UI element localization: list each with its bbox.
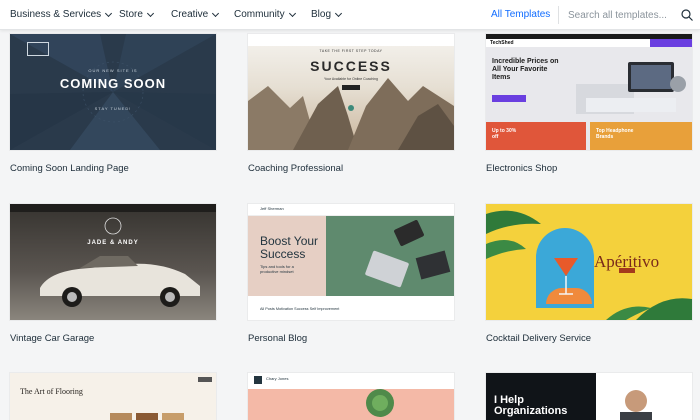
hero-small-text: OUR NEW SITE IS — [88, 68, 138, 73]
hero-title: Incredible Prices on All Your Favorite I… — [492, 58, 559, 81]
chevron-down-icon — [334, 9, 343, 17]
top-navigation-bar: Business & Services Store Creative Commu… — [0, 0, 700, 30]
brand-name: Chary Jones — [266, 376, 289, 381]
hero-subtitle: STAY TUNED! — [94, 106, 132, 111]
plant-illustration — [366, 389, 394, 417]
template-name[interactable]: Coming Soon Landing Page — [10, 163, 129, 174]
nav-divider — [558, 6, 559, 24]
hero-title: I Help Organizations — [494, 394, 568, 417]
portrait-illustration — [620, 390, 652, 420]
site-logo — [27, 42, 49, 56]
template-thumbnail-flooring[interactable]: The Art of Flooring — [10, 373, 216, 420]
hero-title: JADE & ANDY — [87, 240, 139, 246]
template-thumbnail-vintage-car[interactable]: JADE & ANDY — [10, 204, 216, 320]
chevron-down-icon — [212, 9, 220, 17]
brand-name: TechShed — [490, 40, 514, 46]
wood-sample — [136, 413, 158, 420]
chevron-down-icon — [105, 9, 113, 17]
all-templates-link[interactable]: All Templates — [491, 9, 550, 20]
wood-sample — [162, 413, 184, 420]
template-thumbnail-designer[interactable]: Chary Jones — [248, 373, 454, 420]
template-name[interactable]: Coaching Professional — [248, 163, 343, 174]
chevron-down-icon — [146, 9, 154, 17]
template-thumbnail-personal-blog[interactable]: Jeff Sherman Boost Your Success Tips and… — [248, 204, 454, 320]
promo-tile-headphones: Top Headphone Brands — [590, 122, 692, 150]
hero-title: Boost Your Success — [260, 234, 319, 261]
nav-menu-label: Business & Services — [10, 9, 102, 20]
promo-text: Top Headphone Brands — [596, 128, 634, 140]
template-name[interactable]: Vintage Car Garage — [10, 333, 94, 344]
nav-menu-business-services[interactable]: Business & Services — [10, 9, 113, 20]
nav-menu-label: Store — [119, 9, 143, 20]
template-name[interactable]: Personal Blog — [248, 333, 307, 344]
site-header — [248, 34, 454, 46]
search-icon[interactable] — [680, 8, 694, 22]
nav-menu-community[interactable]: Community — [234, 9, 296, 20]
hero-title: The Art of Flooring — [20, 387, 83, 396]
template-thumbnail-electronics[interactable]: TechShed Incredible Prices on All Your F… — [486, 34, 692, 150]
hero-button — [342, 85, 360, 90]
template-thumbnail-consultant[interactable]: I Help Organizations — [486, 373, 692, 420]
promo-text: Up to 30% off — [492, 128, 517, 140]
cocktail-glass-icon — [554, 258, 578, 295]
hero-title: COMING SOON — [59, 76, 167, 91]
hero-button — [619, 268, 635, 273]
shop-now-button — [492, 95, 526, 102]
template-name[interactable]: Electronics Shop — [486, 163, 557, 174]
template-thumbnail-coming-soon[interactable]: OUR NEW SITE IS COMING SOON STAY TUNED! — [10, 34, 216, 150]
hero-small-text: TAKE THE FIRST STEP TODAY — [319, 49, 383, 53]
hero-subtitle: Your Available for Online Coaching — [324, 77, 378, 81]
template-name[interactable]: Cocktail Delivery Service — [486, 333, 591, 344]
wood-sample — [110, 413, 132, 420]
products-illustration — [576, 62, 686, 114]
category-nav: All Posts Motivation Success Self Improv… — [260, 307, 340, 311]
author-name: Jeff Sherman — [260, 206, 284, 211]
chevron-down-icon — [288, 9, 296, 17]
template-thumbnail-cocktail[interactable]: Apéritivo — [486, 204, 692, 320]
nav-menu-label: Community — [234, 9, 285, 20]
nav-menu-label: Blog — [311, 9, 332, 20]
nav-menu-store[interactable]: Store — [119, 9, 154, 20]
hero-subtitle: Tips and tools for a productive mindset — [260, 264, 294, 274]
search-input[interactable] — [568, 7, 676, 23]
template-thumbnail-coaching[interactable]: TAKE THE FIRST STEP TODAY SUCCESS Your A… — [248, 34, 454, 150]
site-logo — [254, 376, 262, 384]
nav-menu-blog[interactable]: Blog — [311, 9, 343, 20]
hero-title: SUCCESS — [310, 58, 392, 74]
header-button — [198, 377, 212, 382]
desk-items-illustration — [365, 220, 451, 288]
header-button — [650, 39, 692, 47]
nav-menu-creative[interactable]: Creative — [171, 9, 220, 20]
nav-menu-label: Creative — [171, 9, 209, 20]
car-illustration — [40, 217, 200, 307]
promo-tile-discount: Up to 30% off — [486, 122, 586, 150]
site-header — [596, 373, 692, 383]
